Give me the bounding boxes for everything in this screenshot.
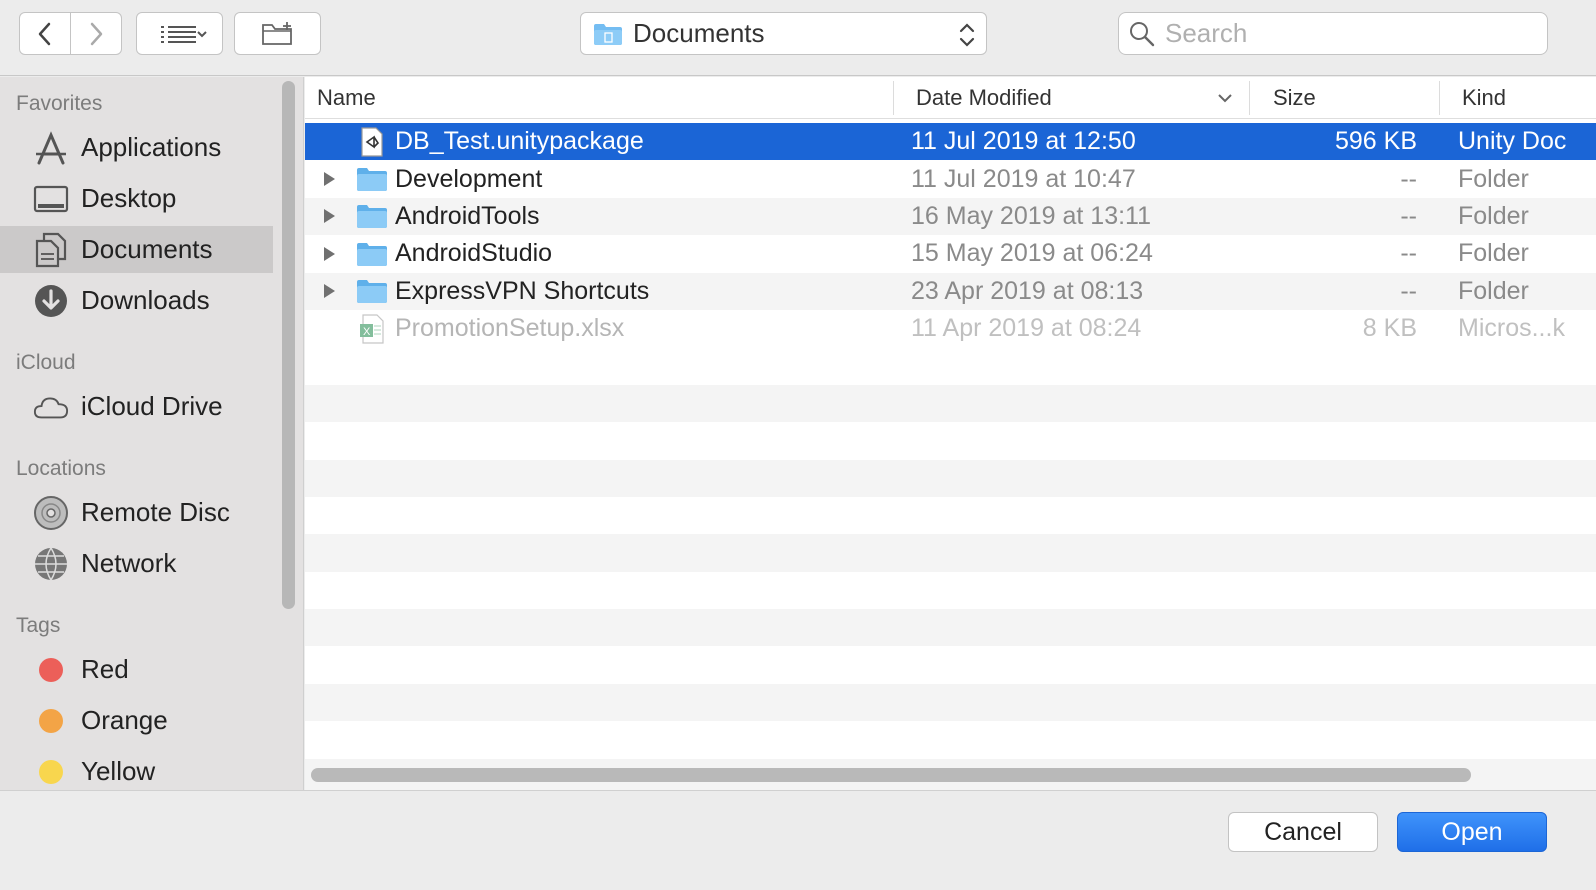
sidebar-item-icloud-drive[interactable]: iCloud Drive [0,383,273,430]
file-row[interactable]: DB_Test.unitypackage 11 Jul 2019 at 12:5… [305,123,1596,161]
file-row[interactable]: AndroidTools 16 May 2019 at 13:11 -- Fol… [305,197,1596,236]
folder-icon [594,23,622,45]
cancel-button[interactable]: Cancel [1228,812,1378,852]
sidebar-tag-yellow[interactable]: Yellow [0,748,273,790]
empty-row [305,721,1596,758]
sidebar-tag-orange[interactable]: Orange [0,697,273,744]
column-name[interactable]: Name [317,77,376,119]
favorites-heading: Favorites [16,92,103,115]
sidebar-scrollbar[interactable] [282,81,295,609]
yellow-tag-dot-icon [39,759,63,784]
folder-icon [355,160,389,197]
disclosure-triangle-icon[interactable] [319,273,339,310]
empty-row [305,422,1596,459]
up-down-chevron-icon [959,23,975,47]
orange-tag-dot-icon [39,708,63,733]
cloud-icon [33,389,69,425]
documents-icon [33,232,69,268]
column-separator[interactable] [1439,81,1440,115]
back-button[interactable] [20,13,70,54]
column-size[interactable]: Size [1273,77,1316,119]
network-icon [33,546,69,582]
empty-row [305,459,1596,497]
file-row: X PromotionSetup.xlsx 11 Apr 2019 at 08:… [305,310,1596,347]
empty-row [305,572,1596,609]
folder-icon [355,273,389,310]
view-options-button[interactable] [136,12,223,55]
list-view-icon [160,25,207,43]
dialog-footer: Cancel Open [0,790,1596,890]
disc-icon [33,495,69,531]
disclosure-triangle-icon[interactable] [319,160,339,197]
locations-heading: Locations [16,457,106,480]
forward-button[interactable] [70,13,121,54]
svg-text:X: X [363,326,371,338]
sidebar-item-network[interactable]: Network [0,540,273,587]
search-icon [1130,21,1155,46]
empty-row [305,646,1596,683]
applications-icon [33,130,69,166]
file-list: Name Date Modified Size Kind DB_Test.uni… [305,77,1596,790]
sidebar-item-applications[interactable]: Applications [0,124,273,171]
location-label: Documents [633,18,765,48]
column-separator[interactable] [893,81,894,115]
empty-row [305,384,1596,423]
empty-row [305,609,1596,647]
folder-icon [355,235,389,272]
nav-button-group [19,12,122,55]
file-row[interactable]: ExpressVPN Shortcuts 23 Apr 2019 at 08:1… [305,272,1596,310]
empty-row [305,683,1596,722]
folder-icon [355,198,389,235]
tags-heading: Tags [16,614,61,637]
column-separator[interactable] [1249,81,1250,115]
column-kind[interactable]: Kind [1462,77,1506,119]
column-header: Name Date Modified Size Kind [305,77,1596,119]
search-field[interactable] [1118,12,1548,55]
empty-row [305,497,1596,534]
disclosure-triangle-icon[interactable] [319,198,339,235]
new-folder-icon [261,21,292,45]
file-row[interactable]: AndroidStudio 15 May 2019 at 06:24 -- Fo… [305,235,1596,272]
red-tag-dot-icon [39,657,63,682]
downloads-icon [33,283,69,319]
file-rows: DB_Test.unitypackage 11 Jul 2019 at 12:5… [305,123,1596,790]
chevron-left-icon [38,22,51,45]
disclosure-triangle-icon[interactable] [319,235,339,272]
desktop-icon [33,181,69,217]
icloud-heading: iCloud [16,351,76,374]
sidebar-item-desktop[interactable]: Desktop [0,175,273,222]
toolbar: Documents [0,0,1596,76]
unity-file-icon [355,123,389,160]
open-button[interactable]: Open [1397,812,1547,852]
sidebar: Favorites Applications Desktop Documents… [0,77,304,790]
chevron-right-icon [90,22,103,45]
sidebar-item-downloads[interactable]: Downloads [0,277,273,324]
horizontal-scrollbar[interactable] [311,768,1471,782]
new-folder-button[interactable] [234,12,321,55]
search-input[interactable] [1165,18,1525,49]
column-date-modified[interactable]: Date Modified [916,77,1241,119]
sidebar-item-documents[interactable]: Documents [0,226,273,273]
sidebar-tag-red[interactable]: Red [0,646,273,693]
empty-row [305,534,1596,572]
excel-file-icon: X [355,310,389,347]
sort-descending-icon [1218,94,1232,103]
sidebar-item-remote-disc[interactable]: Remote Disc [0,489,273,536]
empty-row [305,347,1596,384]
file-row[interactable]: Development 11 Jul 2019 at 10:47 -- Fold… [305,160,1596,197]
location-popup[interactable]: Documents [580,12,987,55]
